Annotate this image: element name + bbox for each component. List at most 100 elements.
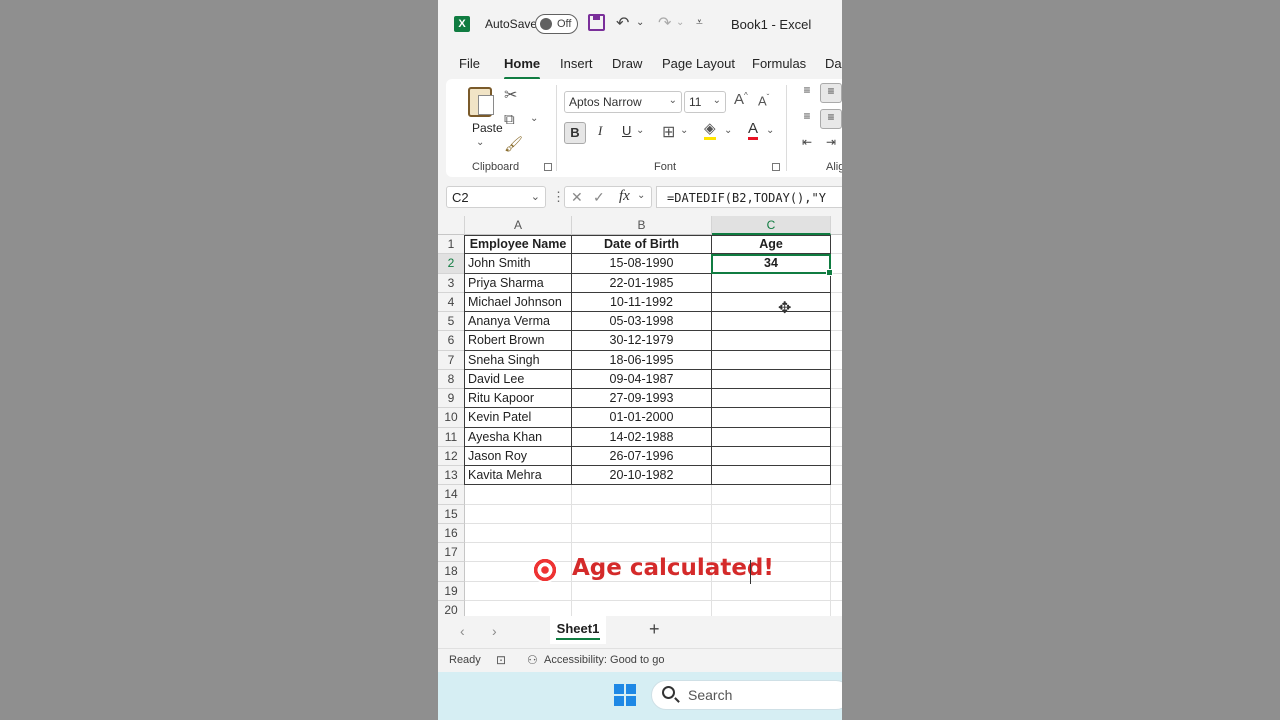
chevron-down-icon[interactable]: ⌄ xyxy=(637,190,645,201)
taskbar-search[interactable]: Search xyxy=(651,680,842,710)
formula-input[interactable]: =DATEDIF(B2,TODAY(),"Y xyxy=(656,186,842,208)
cell-A15[interactable] xyxy=(465,504,572,524)
column-header-a[interactable]: A xyxy=(465,216,572,235)
cell-A2[interactable]: John Smith xyxy=(465,254,572,274)
row-header[interactable]: 10 xyxy=(438,408,465,428)
cell-empty[interactable] xyxy=(831,293,842,312)
next-sheet-icon[interactable]: › xyxy=(492,623,497,639)
cell-C7[interactable] xyxy=(712,350,831,370)
cell-B19[interactable] xyxy=(572,581,712,601)
align-left-icon[interactable]: ≡ xyxy=(796,109,818,129)
undo-dropdown-icon[interactable]: ⌄ xyxy=(636,17,644,28)
cell-B10[interactable]: 01-01-2000 xyxy=(572,408,712,428)
accessibility-icon[interactable]: ⚇ xyxy=(527,653,538,667)
cell-C11[interactable] xyxy=(712,427,831,447)
cell-C3[interactable] xyxy=(712,273,831,293)
cell-C16[interactable] xyxy=(712,523,831,543)
align-center-icon[interactable]: ≡ xyxy=(820,109,842,129)
copy-dropdown-icon[interactable]: ⌄ xyxy=(530,113,538,124)
cell-A1[interactable]: Employee Name xyxy=(465,235,572,255)
tab-formulas[interactable]: Formulas xyxy=(752,56,806,71)
align-middle-icon[interactable]: ≡ xyxy=(820,83,842,103)
copy-icon[interactable]: ⧉ xyxy=(504,111,515,128)
tab-file[interactable]: File xyxy=(459,56,480,71)
cell-C19[interactable] xyxy=(712,581,831,601)
row-header[interactable]: 8 xyxy=(438,369,465,389)
cell-C5[interactable] xyxy=(712,312,831,332)
cell-C20[interactable] xyxy=(712,600,831,616)
cell-empty[interactable] xyxy=(831,351,842,370)
cell-C9[interactable] xyxy=(712,389,831,409)
cell-empty[interactable] xyxy=(831,562,842,582)
row-header[interactable]: 14 xyxy=(438,485,465,505)
tab-draw[interactable]: Draw xyxy=(612,56,642,71)
clipboard-launcher-icon[interactable] xyxy=(544,163,552,171)
cell-A17[interactable] xyxy=(465,543,572,563)
tab-insert[interactable]: Insert xyxy=(560,56,593,71)
row-header[interactable]: 17 xyxy=(438,543,465,563)
sheet-tab-sheet1[interactable]: Sheet1 xyxy=(550,616,606,644)
cell-empty[interactable] xyxy=(831,485,842,505)
row-header[interactable]: 6 xyxy=(438,331,465,351)
select-all-corner[interactable] xyxy=(438,216,465,235)
tab-page-layout[interactable]: Page Layout xyxy=(662,56,735,71)
cell-C1[interactable]: Age xyxy=(712,235,831,255)
cell-empty[interactable] xyxy=(831,582,842,601)
fill-color-dropdown-icon[interactable]: ⌄ xyxy=(724,125,732,136)
row-header[interactable]: 18 xyxy=(438,562,465,582)
borders-icon[interactable]: ⊞ xyxy=(662,122,675,142)
cell-B7[interactable]: 18-06-1995 xyxy=(572,350,712,370)
cell-C8[interactable] xyxy=(712,369,831,389)
row-header[interactable]: 12 xyxy=(438,446,465,466)
cell-A19[interactable] xyxy=(465,581,572,601)
cell-B4[interactable]: 10-11-1992 xyxy=(572,292,712,312)
cell-B3[interactable]: 22-01-1985 xyxy=(572,273,712,293)
cell-A8[interactable]: David Lee xyxy=(465,369,572,389)
cell-empty[interactable] xyxy=(831,447,842,466)
accessibility-status[interactable]: Accessibility: Good to go xyxy=(544,654,664,666)
cell-B13[interactable]: 20-10-1982 xyxy=(572,466,712,486)
cell-empty[interactable] xyxy=(831,408,842,428)
cell-A3[interactable]: Priya Sharma xyxy=(465,273,572,293)
row-header[interactable]: 20 xyxy=(438,600,465,616)
cell-C2[interactable]: 34 xyxy=(712,254,831,274)
row-header[interactable]: 5 xyxy=(438,312,465,332)
cell-A4[interactable]: Michael Johnson xyxy=(465,292,572,312)
cell-B16[interactable] xyxy=(572,523,712,543)
cell-B9[interactable]: 27-09-1993 xyxy=(572,389,712,409)
cut-icon[interactable]: ✂ xyxy=(504,85,517,105)
cell-empty[interactable] xyxy=(831,505,842,524)
cancel-icon[interactable]: ✕ xyxy=(571,189,583,206)
cell-empty[interactable] xyxy=(831,601,842,616)
font-launcher-icon[interactable] xyxy=(772,163,780,171)
cell-A6[interactable]: Robert Brown xyxy=(465,331,572,351)
cell-B6[interactable]: 30-12-1979 xyxy=(572,331,712,351)
cell-C6[interactable] xyxy=(712,331,831,351)
cell-empty[interactable] xyxy=(831,543,842,563)
row-header[interactable]: 16 xyxy=(438,523,465,543)
format-painter-icon[interactable]: 🖌 xyxy=(504,135,523,153)
paste-button[interactable]: Paste xyxy=(472,121,503,135)
underline-button[interactable]: U xyxy=(622,123,631,138)
cell-B12[interactable]: 26-07-1996 xyxy=(572,446,712,466)
cell-A14[interactable] xyxy=(465,485,572,505)
add-sheet-button[interactable]: + xyxy=(649,619,660,640)
macro-record-icon[interactable]: ⊡ xyxy=(496,653,506,667)
increase-font-icon[interactable]: A^ xyxy=(734,91,748,108)
font-name-select[interactable]: Aptos Narrow ⌄ xyxy=(564,91,682,113)
cell-C15[interactable] xyxy=(712,504,831,524)
font-color-dropdown-icon[interactable]: ⌄ xyxy=(766,125,774,136)
redo-icon[interactable]: ↷ xyxy=(658,13,671,33)
insert-function-icon[interactable]: fx xyxy=(619,188,630,205)
fill-color-icon[interactable]: ◈ xyxy=(704,121,716,140)
cell-A20[interactable] xyxy=(465,600,572,616)
row-header[interactable]: 9 xyxy=(438,389,465,409)
autosave-toggle[interactable]: Off xyxy=(535,14,578,34)
font-size-select[interactable]: 11 ⌄ xyxy=(684,91,726,113)
cell-empty[interactable] xyxy=(831,428,842,447)
cell-empty[interactable] xyxy=(831,274,842,293)
row-header[interactable]: 13 xyxy=(438,466,465,486)
cell-C13[interactable] xyxy=(712,466,831,486)
cell-C12[interactable] xyxy=(712,446,831,466)
cell-B15[interactable] xyxy=(572,504,712,524)
